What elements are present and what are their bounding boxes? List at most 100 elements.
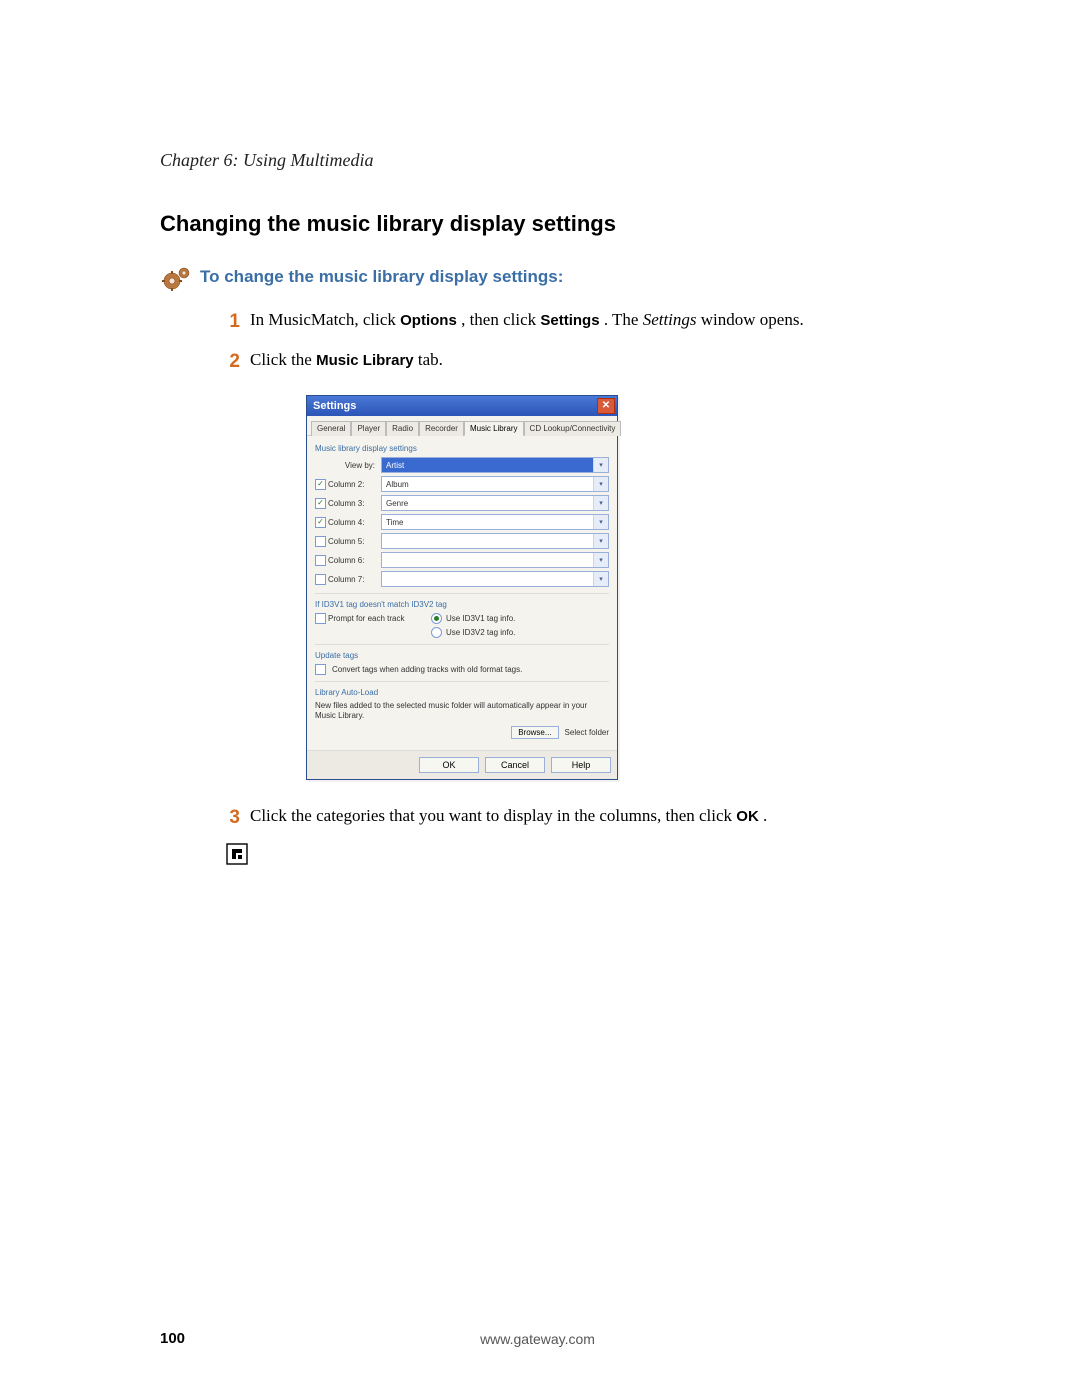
end-of-procedure-icon [226, 843, 920, 870]
checkbox-icon[interactable] [315, 555, 326, 566]
combo-value: Genre [386, 499, 408, 508]
ui-term: Settings [540, 312, 599, 329]
checkbox-icon[interactable]: ✓ [315, 498, 326, 509]
autoload-text: New files added to the selected music fo… [315, 701, 609, 722]
column6-label: Column 6: [315, 555, 375, 566]
settings-dialog: Settings ✕ General Player Radio Recorder… [306, 395, 618, 780]
dialog-titlebar[interactable]: Settings ✕ [307, 396, 617, 416]
chevron-down-icon[interactable]: ▾ [593, 515, 608, 529]
dialog-title: Settings [313, 400, 356, 412]
chevron-down-icon[interactable]: ▾ [593, 458, 608, 472]
step-3: 3 Click the categories that you want to … [216, 804, 920, 832]
view-by-combo[interactable]: Artist ▾ [381, 457, 609, 473]
checkbox-icon[interactable] [315, 664, 326, 675]
display-settings-label: Music library display settings [315, 444, 609, 453]
column5-label: Column 5: [315, 536, 375, 547]
column3-label: ✓Column 3: [315, 498, 375, 509]
combo-value: Album [386, 480, 409, 489]
column4-row: ✓Column 4: Time ▾ [315, 514, 609, 530]
page-footer: 100 www.gateway.com [160, 1330, 920, 1347]
checkbox-label: Prompt for each track [328, 614, 404, 623]
settings-screenshot: Settings ✕ General Player Radio Recorder… [306, 395, 920, 780]
view-by-label: View by: [315, 461, 375, 470]
checkbox-icon[interactable]: ✓ [315, 517, 326, 528]
autoload-label: Library Auto-Load [315, 688, 609, 697]
step-text: In MusicMatch, click [250, 310, 400, 329]
step-text: . [763, 806, 767, 825]
column4-combo[interactable]: Time ▾ [381, 514, 609, 530]
step-text: tab. [418, 350, 443, 369]
ui-term-italic: Settings [643, 310, 697, 329]
column6-row: Column 6: ▾ [315, 552, 609, 568]
chevron-down-icon[interactable]: ▾ [593, 477, 608, 491]
tab-general[interactable]: General [311, 421, 351, 436]
step-text: . The [604, 310, 643, 329]
step-number: 1 [216, 308, 240, 336]
chevron-down-icon[interactable]: ▾ [593, 553, 608, 567]
step-1: 1 In MusicMatch, click Options , then cl… [216, 308, 920, 336]
column7-combo[interactable]: ▾ [381, 571, 609, 587]
step-2: 2 Click the Music Library tab. [216, 348, 920, 376]
step-body: Click the categories that you want to di… [250, 804, 920, 832]
chevron-down-icon[interactable]: ▾ [593, 534, 608, 548]
column3-row: ✓Column 3: Genre ▾ [315, 495, 609, 511]
step-text: , then click [461, 310, 540, 329]
tab-recorder[interactable]: Recorder [419, 421, 464, 436]
combo-value: Time [386, 518, 403, 527]
chevron-down-icon[interactable]: ▾ [593, 572, 608, 586]
dialog-body: Music library display settings View by: … [307, 436, 617, 750]
chapter-label: Chapter 6: Using Multimedia [160, 150, 920, 171]
tab-radio[interactable]: Radio [386, 421, 419, 436]
step-body: Click the Music Library tab. [250, 348, 920, 376]
convert-tags-row[interactable]: Convert tags when adding tracks with old… [315, 664, 609, 675]
step-text: Click the [250, 350, 316, 369]
radio-label: Use ID3V2 tag info. [446, 628, 515, 637]
step-number: 3 [216, 804, 240, 832]
section-heading: Changing the music library display setti… [160, 211, 920, 237]
column5-combo[interactable]: ▾ [381, 533, 609, 549]
dialog-tabs: General Player Radio Recorder Music Libr… [307, 416, 617, 436]
tab-cd-lookup[interactable]: CD Lookup/Connectivity [524, 421, 622, 436]
column5-row: Column 5: ▾ [315, 533, 609, 549]
column4-label: ✓Column 4: [315, 517, 375, 528]
ui-term: Options [400, 312, 457, 329]
ui-term: OK [736, 808, 759, 825]
radio-id3v2[interactable]: Use ID3V2 tag info. [431, 627, 515, 638]
close-icon[interactable]: ✕ [597, 398, 615, 414]
step-text: window opens. [701, 310, 804, 329]
help-button[interactable]: Help [551, 757, 611, 773]
footer-url: www.gateway.com [480, 1331, 595, 1347]
radio-icon[interactable] [431, 613, 442, 624]
cancel-button[interactable]: Cancel [485, 757, 545, 773]
checkbox-label: Convert tags when adding tracks with old… [332, 665, 522, 674]
prompt-each-track[interactable]: Prompt for each track [315, 613, 425, 624]
column6-combo[interactable]: ▾ [381, 552, 609, 568]
column3-combo[interactable]: Genre ▾ [381, 495, 609, 511]
radio-id3v1[interactable]: Use ID3V1 tag info. [431, 613, 515, 624]
column2-combo[interactable]: Album ▾ [381, 476, 609, 492]
browse-button[interactable]: Browse... [511, 726, 558, 739]
radio-icon[interactable] [431, 627, 442, 638]
column2-row: ✓Column 2: Album ▾ [315, 476, 609, 492]
chevron-down-icon[interactable]: ▾ [593, 496, 608, 510]
ui-term: Music Library [316, 352, 414, 369]
id3-section-label: If ID3V1 tag doesn't match ID3V2 tag [315, 600, 609, 609]
steps-list: 1 In MusicMatch, click Options , then cl… [216, 308, 920, 870]
tab-player[interactable]: Player [351, 421, 386, 436]
dialog-buttons: OK Cancel Help [307, 750, 617, 779]
combo-value: Artist [386, 461, 404, 470]
checkbox-icon[interactable] [315, 613, 326, 624]
instruction-row: To change the music library display sett… [160, 265, 920, 298]
step-body: In MusicMatch, click Options , then clic… [250, 308, 920, 336]
update-tags-label: Update tags [315, 651, 609, 660]
manual-page: Chapter 6: Using Multimedia Changing the… [0, 0, 1080, 1397]
step-text: Click the categories that you want to di… [250, 806, 736, 825]
radio-label: Use ID3V1 tag info. [446, 614, 515, 623]
checkbox-icon[interactable] [315, 536, 326, 547]
ok-button[interactable]: OK [419, 757, 479, 773]
column2-label: ✓Column 2: [315, 479, 375, 490]
page-number: 100 [160, 1330, 185, 1347]
checkbox-icon[interactable] [315, 574, 326, 585]
tab-music-library[interactable]: Music Library [464, 421, 524, 436]
checkbox-icon[interactable]: ✓ [315, 479, 326, 490]
